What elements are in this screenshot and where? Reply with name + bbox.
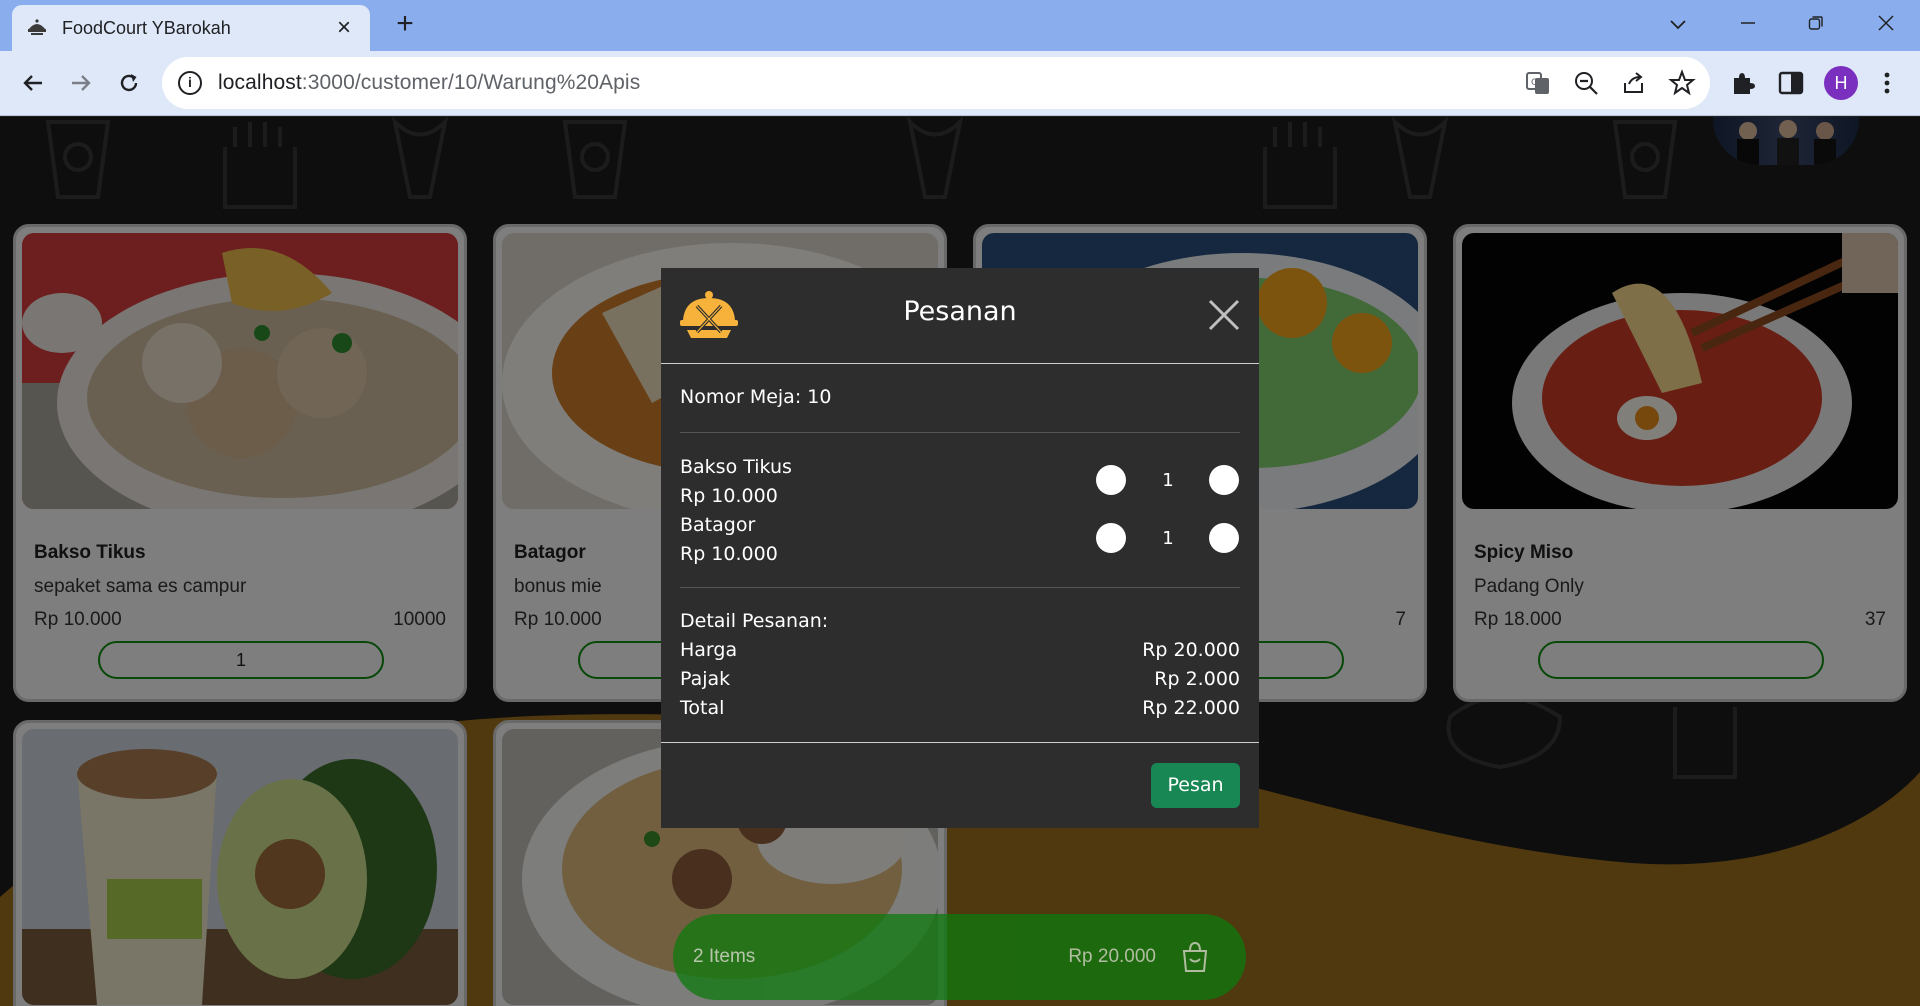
side-panel-icon[interactable] — [1776, 68, 1806, 98]
restore-icon[interactable] — [1792, 8, 1840, 38]
order-item-price: Rp 10.000 — [680, 485, 778, 507]
forward-icon[interactable] — [62, 64, 100, 102]
browser-toolbar: i localhost:3000/customer/10/Warung%20Ap… — [0, 51, 1920, 116]
new-tab-icon[interactable]: + — [390, 9, 420, 40]
extensions-icon[interactable] — [1728, 68, 1758, 98]
url-host: localhost — [218, 71, 302, 94]
tab-close-icon[interactable]: × — [332, 16, 356, 40]
more-menu-icon[interactable] — [1872, 68, 1902, 98]
cart-total: Rp 20.000 — [1068, 946, 1156, 967]
browser-tab[interactable]: FoodCourt YBarokah × — [12, 5, 370, 51]
order-modal: Pesanan Nomor Meja: 10 Bakso Tikus Rp 10… — [661, 268, 1259, 828]
page-content: Bakso Tikus sepaket sama es campur Rp 10… — [0, 117, 1920, 1006]
modal-header: Pesanan — [661, 268, 1259, 364]
decrease-quantity-button[interactable] — [1096, 465, 1126, 495]
summary-label: Total — [680, 697, 725, 719]
profile-avatar[interactable]: H — [1824, 66, 1858, 100]
address-bar[interactable]: i localhost:3000/customer/10/Warung%20Ap… — [162, 57, 1710, 109]
decrease-quantity-button[interactable] — [1096, 523, 1126, 553]
summary-label: Pajak — [680, 668, 731, 690]
shopping-bag-icon — [1182, 941, 1208, 972]
back-icon[interactable] — [14, 64, 52, 102]
cart-items-count: 2 Items — [693, 946, 756, 967]
order-item-price: Rp 10.000 — [680, 543, 778, 565]
window-close-icon[interactable] — [1862, 8, 1910, 38]
summary-value: Rp 20.000 — [1142, 639, 1240, 661]
table-number: Nomor Meja: 10 — [680, 386, 832, 408]
minimize-icon[interactable] — [1724, 8, 1772, 38]
detail-heading: Detail Pesanan: — [680, 610, 829, 632]
foodcourt-favicon-icon — [28, 19, 46, 35]
bookmark-star-icon[interactable] — [1668, 69, 1696, 97]
reload-icon[interactable] — [110, 64, 148, 102]
order-item-name: Bakso Tikus — [680, 456, 792, 478]
summary-label: Harga — [680, 639, 738, 661]
modal-title: Pesanan — [903, 296, 1017, 327]
summary-value: Rp 2.000 — [1154, 668, 1240, 690]
tab-title: FoodCourt YBarokah — [62, 17, 231, 38]
modal-close-icon[interactable] — [1207, 298, 1241, 332]
site-info-icon[interactable]: i — [178, 71, 202, 95]
increase-quantity-button[interactable] — [1209, 523, 1239, 553]
url-path: :3000/customer/10/Warung%20Apis — [301, 71, 641, 94]
svg-text:G: G — [1531, 78, 1538, 88]
tab-search-chevron-icon[interactable] — [1654, 8, 1702, 38]
increase-quantity-button[interactable] — [1209, 465, 1239, 495]
order-item-qty: 1 — [1162, 470, 1174, 491]
submit-order-button[interactable]: Pesan — [1151, 763, 1240, 808]
modal-footer-divider — [661, 742, 1259, 743]
cart-summary-bar[interactable]: 2 Items Rp 20.000 — [673, 914, 1246, 1000]
order-item-name: Batagor — [680, 514, 756, 536]
zoom-out-icon[interactable] — [1572, 69, 1600, 97]
summary-value: Rp 22.000 — [1142, 697, 1240, 719]
divider — [680, 432, 1240, 433]
order-item-qty: 1 — [1162, 528, 1174, 549]
browser-tab-strip: FoodCourt YBarokah × + — [0, 0, 1920, 51]
divider — [680, 587, 1240, 588]
share-icon[interactable] — [1620, 69, 1648, 97]
translate-icon[interactable]: G — [1524, 69, 1552, 97]
